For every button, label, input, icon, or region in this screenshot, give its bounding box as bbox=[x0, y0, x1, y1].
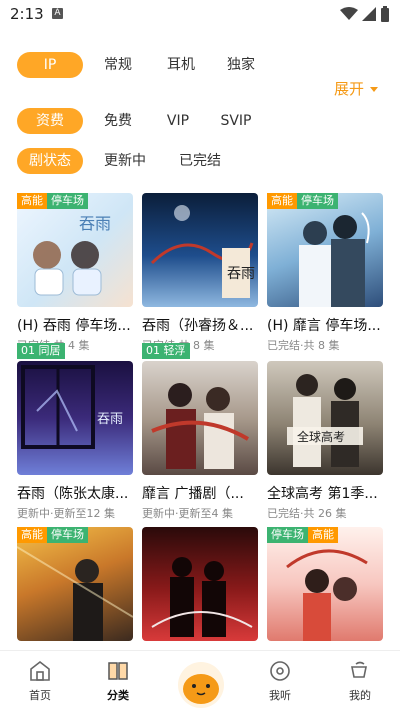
filter-chip-drama-status[interactable]: 剧状态 bbox=[17, 148, 83, 174]
badge-group: 高能 停车场 bbox=[17, 193, 88, 209]
drama-title: 全球高考 第1季... bbox=[267, 486, 378, 502]
badge-parking: 停车场 bbox=[297, 193, 338, 209]
expand-label: 展开 bbox=[333, 80, 364, 98]
drama-title: (H) 靡言 停车场... bbox=[267, 318, 381, 334]
signal-icon bbox=[362, 7, 376, 21]
tab-home-label: 首页 bbox=[29, 689, 51, 702]
filter-chip-regular[interactable]: 常规 bbox=[95, 52, 141, 78]
badge-group: 停车场 高能 bbox=[267, 527, 338, 543]
status-time: 2:13 bbox=[10, 5, 44, 23]
drama-cover-image bbox=[267, 527, 383, 641]
filter-chip-vip[interactable]: VIP bbox=[155, 108, 201, 134]
filter-chip-headphone[interactable]: 耳机 bbox=[158, 52, 204, 78]
tab-listen[interactable]: 我听 bbox=[250, 651, 310, 711]
svg-text:吞雨: 吞雨 bbox=[79, 214, 111, 233]
svg-text:吞雨: 吞雨 bbox=[227, 266, 255, 282]
system-icons bbox=[340, 6, 390, 22]
category-book-icon bbox=[108, 662, 128, 680]
filter-chip-completed[interactable]: 已完结 bbox=[172, 148, 228, 174]
listen-disc-icon bbox=[270, 661, 290, 681]
notification-a-icon: A bbox=[52, 8, 63, 19]
drama-meta: 更新中·更新至12 集 bbox=[17, 507, 115, 520]
filter-row-price: 资费 免费 VIP SVIP bbox=[0, 108, 400, 138]
tab-category[interactable]: 分类 bbox=[88, 651, 148, 711]
drama-meta: 更新中·更新至4 集 bbox=[142, 507, 233, 520]
filter-chip-exclusive[interactable]: 独家 bbox=[218, 52, 264, 78]
battery-icon bbox=[381, 6, 389, 22]
svg-text:全球高考: 全球高考 bbox=[297, 429, 345, 444]
tab-category-label: 分类 bbox=[107, 689, 129, 702]
drama-cover-image bbox=[142, 361, 258, 475]
home-icon bbox=[30, 660, 50, 681]
drama-cover-image: 全球高考 bbox=[267, 361, 383, 475]
filter-chip-ip[interactable]: IP bbox=[17, 52, 83, 78]
profile-cup-icon bbox=[351, 661, 367, 678]
wifi-icon bbox=[340, 7, 358, 20]
svg-text:吞雨: 吞雨 bbox=[97, 412, 123, 427]
mascot-icon bbox=[183, 674, 219, 704]
badge-parking: 停车场 bbox=[47, 193, 88, 209]
drama-cover-image: 吞雨 bbox=[17, 193, 133, 307]
badge-high-energy: 高能 bbox=[17, 193, 47, 209]
drama-meta: 已完结·共 8 集 bbox=[267, 339, 340, 352]
tab-home[interactable]: 首页 bbox=[10, 651, 70, 711]
filter-chip-price[interactable]: 资费 bbox=[17, 108, 83, 134]
tab-profile-label: 我的 bbox=[349, 689, 371, 702]
expand-filters-button[interactable]: 展开 bbox=[334, 78, 378, 99]
center-mascot-button[interactable] bbox=[178, 662, 224, 708]
badge-group: 高能 停车场 bbox=[17, 527, 88, 543]
drama-title: (H) 吞雨 停车场... bbox=[17, 318, 131, 334]
episode-badge: 01 轻浮 bbox=[142, 343, 190, 359]
drama-title: 吞雨（陈张太康... bbox=[17, 486, 129, 502]
drama-title: 靡言 广播剧（... bbox=[142, 486, 244, 502]
caret-down-icon bbox=[370, 87, 378, 92]
filter-chip-free[interactable]: 免费 bbox=[95, 108, 141, 134]
filter-chip-updating[interactable]: 更新中 bbox=[97, 148, 153, 174]
drama-cover-image bbox=[17, 527, 133, 641]
badge-parking: 停车场 bbox=[267, 527, 308, 543]
drama-cover-image bbox=[142, 527, 258, 641]
filter-chip-svip[interactable]: SVIP bbox=[213, 108, 259, 134]
badge-high-energy: 高能 bbox=[267, 193, 297, 209]
drama-cover-image bbox=[267, 193, 383, 307]
badge-parking: 停车场 bbox=[47, 527, 88, 543]
drama-cover-image: 吞雨 bbox=[142, 193, 258, 307]
badge-group: 高能 停车场 bbox=[267, 193, 338, 209]
filter-row-status: 剧状态 更新中 已完结 bbox=[0, 148, 400, 178]
drama-title: 吞雨（孙睿扬＆... bbox=[142, 318, 254, 334]
tab-profile[interactable]: 我的 bbox=[330, 651, 390, 711]
badge-high-energy: 高能 bbox=[17, 527, 47, 543]
badge-high-energy: 高能 bbox=[308, 527, 338, 543]
tab-listen-label: 我听 bbox=[269, 689, 291, 702]
drama-meta: 已完结·共 26 集 bbox=[267, 507, 347, 520]
episode-badge: 01 同居 bbox=[17, 343, 65, 359]
status-bar: 2:13 A bbox=[0, 0, 400, 28]
drama-cover-image: 吞雨 bbox=[17, 361, 133, 475]
